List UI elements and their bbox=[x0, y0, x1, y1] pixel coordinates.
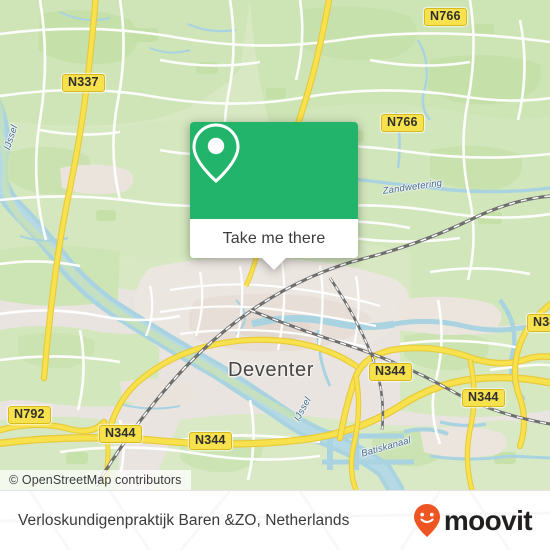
moovit-pin-smiley-icon bbox=[413, 503, 440, 537]
location-popup-card[interactable]: Take me there bbox=[190, 122, 358, 270]
moovit-wordmark: moovit bbox=[443, 504, 533, 536]
popup-footer[interactable]: Take me there bbox=[190, 219, 358, 258]
moovit-logo[interactable]: moovit bbox=[412, 503, 533, 539]
popup-pointer-tail bbox=[261, 257, 287, 270]
popup-header bbox=[190, 122, 358, 219]
take-me-there-label: Take me there bbox=[222, 229, 326, 247]
popup-card-body: Take me there bbox=[190, 122, 358, 258]
footer-bar: Verloskundigenpraktijk Baren &ZO, Nether… bbox=[0, 490, 550, 550]
place-title: Verloskundigenpraktijk Baren &ZO, Nether… bbox=[18, 511, 350, 529]
map-attribution[interactable]: © OpenStreetMap contributors bbox=[0, 470, 191, 490]
map-pin-icon bbox=[192, 123, 240, 183]
moovit-map-screenshot: Deventer IJssel IJssel Zandwetering Bati… bbox=[0, 0, 550, 550]
map-canvas[interactable]: Deventer IJssel IJssel Zandwetering Bati… bbox=[0, 0, 550, 490]
